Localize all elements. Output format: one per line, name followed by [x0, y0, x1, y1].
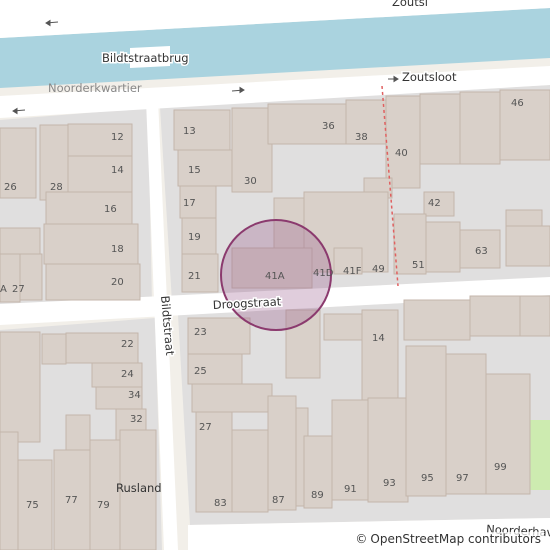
map-svg: Zoutsl Bildtstraatbrug Zoutsloot Droogst…	[0, 0, 550, 550]
house-number: 99	[494, 462, 507, 473]
attribution-text[interactable]: OpenStreetMap contributors	[370, 532, 541, 546]
house-number: 75	[26, 500, 39, 511]
house-number: 14	[372, 333, 385, 344]
house-number: 91	[344, 484, 357, 495]
house-number: 27	[199, 422, 212, 433]
house-number: 16	[104, 204, 117, 215]
house-number: A	[0, 284, 7, 295]
house-number: 97	[456, 473, 469, 484]
house-number: 24	[121, 369, 134, 380]
house-number: 63	[475, 246, 488, 257]
map-canvas[interactable]: Zoutsl Bildtstraatbrug Zoutsloot Droogst…	[0, 0, 550, 550]
house-number: 41A	[265, 271, 285, 282]
house-number: 41D	[313, 268, 334, 279]
house-number: 42	[428, 198, 441, 209]
street-label-zoutsloot: Zoutsloot	[402, 70, 457, 84]
house-number: 13	[183, 126, 196, 137]
house-number: 30	[244, 176, 257, 187]
house-number: 19	[188, 232, 201, 243]
place-label-rusland: Rusland	[116, 481, 162, 495]
house-number: 17	[183, 198, 196, 209]
house-number: 22	[121, 339, 134, 350]
house-number: 28	[50, 182, 63, 193]
house-number: 79	[97, 500, 110, 511]
house-number: 46	[511, 98, 524, 109]
house-number: 40	[395, 148, 408, 159]
house-number: 89	[311, 490, 324, 501]
house-number: 12	[111, 132, 124, 143]
house-number: 41F	[343, 266, 362, 277]
place-label-noorderkwartier: Noorderkwartier	[48, 81, 142, 95]
house-number: 14	[111, 165, 124, 176]
house-number: 51	[412, 260, 425, 271]
house-number: 95	[421, 473, 434, 484]
house-number: 34	[128, 390, 141, 401]
house-number: 77	[65, 495, 78, 506]
house-number: 36	[322, 121, 335, 132]
house-number: 25	[194, 366, 207, 377]
house-number: 83	[214, 498, 227, 509]
street-label-zoutsloot-top: Zoutsl	[392, 0, 428, 9]
house-number: 20	[111, 277, 124, 288]
house-number: 26	[4, 182, 17, 193]
house-number: 32	[130, 414, 143, 425]
house-number: 49	[372, 264, 385, 275]
house-number: 18	[111, 244, 124, 255]
house-number: 23	[194, 327, 207, 338]
copyright-icon: ©	[355, 532, 368, 546]
house-number: 27	[12, 284, 25, 295]
house-number: 93	[383, 478, 396, 489]
house-number: 38	[355, 132, 368, 143]
house-number: 87	[272, 495, 285, 506]
map-attribution[interactable]: © OpenStreetMap contributors	[352, 532, 544, 546]
house-number: 15	[188, 165, 201, 176]
street-label-bildtstraatbrug: Bildtstraatbrug	[102, 51, 189, 65]
house-number: 21	[188, 271, 201, 282]
grass-patch	[530, 420, 550, 490]
